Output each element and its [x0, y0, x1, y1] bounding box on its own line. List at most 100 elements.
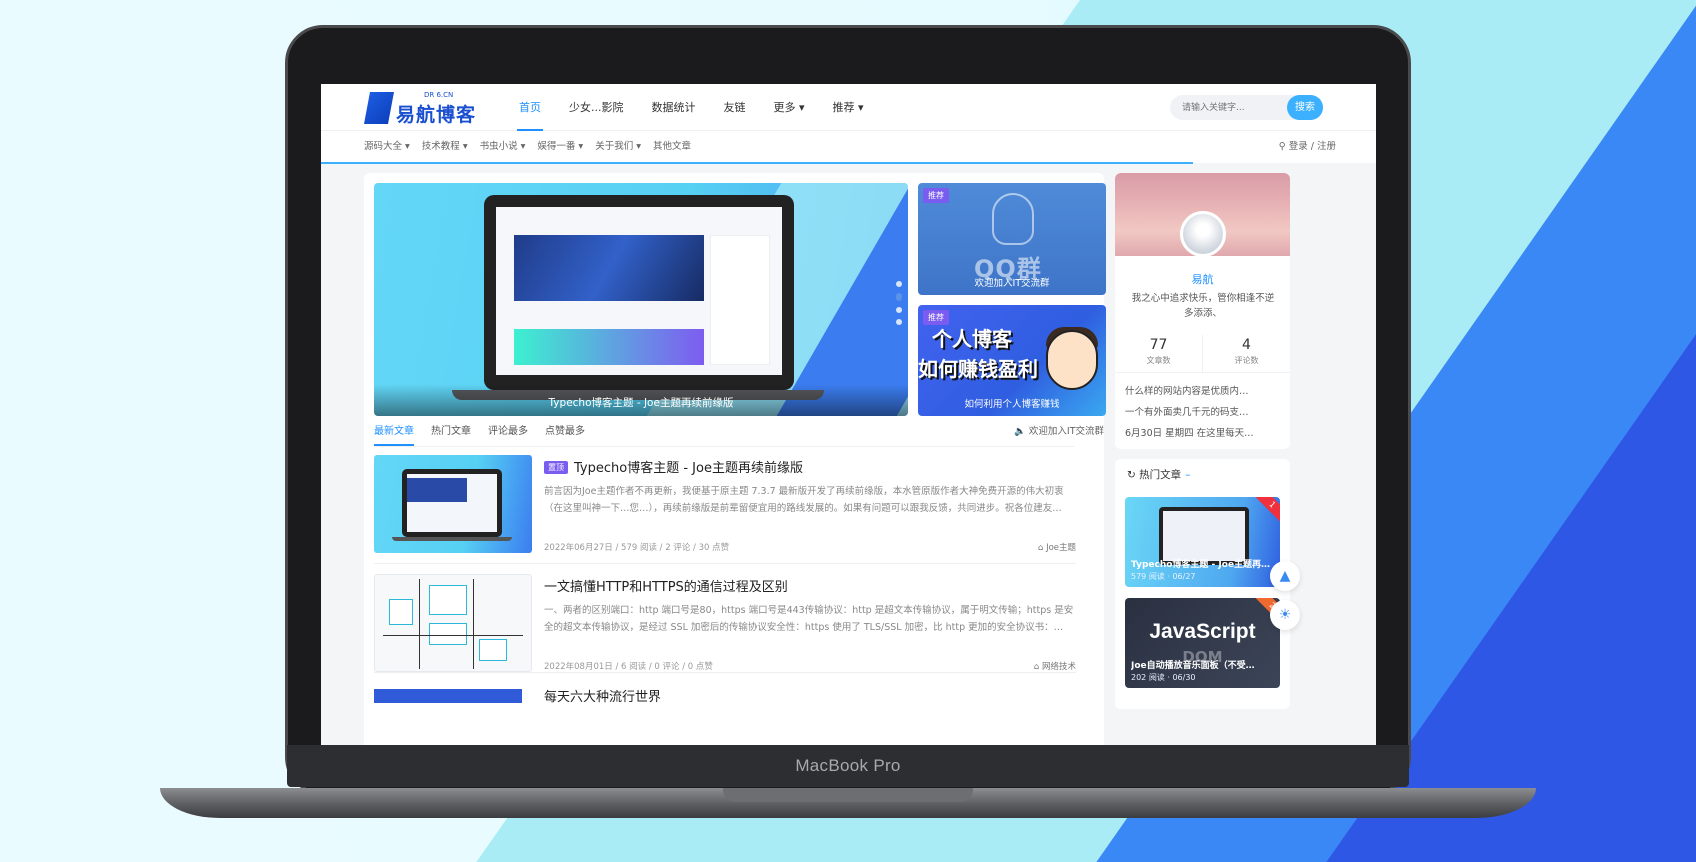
hot-heading-text: 热门文章 — [1139, 469, 1182, 481]
card-laptop-screen — [1163, 511, 1245, 561]
list-item[interactable]: 置顶 Typecho博客主题 - Joe主题再续前缘版 前言因为Joe主题作者不再… — [374, 455, 1086, 567]
stat-label: 评论数 — [1234, 356, 1259, 365]
cartoon-boy-image — [1046, 330, 1098, 390]
post-title[interactable]: 置顶 Typecho博客主题 - Joe主题再续前缘版 — [544, 457, 803, 476]
hero-laptop-screen — [496, 207, 782, 375]
nav-item-cinema[interactable]: 少女...影院 — [555, 84, 638, 131]
category-icon: ⌂ — [1037, 543, 1047, 553]
nav-item-more[interactable]: 更多 ▾ — [760, 84, 819, 131]
hot-card-title: Joe自动播放音乐面板（不受… — [1131, 661, 1255, 671]
hero-carousel[interactable]: Typecho博客主题 - Joe主题再续前缘版 — [374, 183, 908, 416]
recommend-tag: 推荐 — [923, 188, 949, 203]
diagram-line — [383, 635, 523, 636]
category-item[interactable]: 关于我们 ▾ — [595, 131, 653, 163]
recent-post-link[interactable]: 什么样的网站内容是优质内… — [1125, 381, 1275, 402]
carousel-dot[interactable] — [896, 307, 902, 313]
hot-article-card[interactable]: 1 Typecho博客主题 - Joe主题再… 579 阅读 · 06/27 — [1125, 497, 1280, 587]
recent-posts-list: 什么样的网站内容是优质内… 一个有外面卖几千元的码支… 6月30日 星期四 在这… — [1125, 381, 1283, 444]
recent-post-text: 一个有外面卖几千元的码支… — [1125, 407, 1249, 418]
profile-name[interactable]: 易航 — [1115, 271, 1290, 287]
recent-post-link[interactable]: 一个有外面卖几千元的码支… — [1125, 402, 1275, 423]
sun-icon[interactable]: ☀ — [1270, 600, 1300, 630]
recent-post-link[interactable]: 6月30日 星期四 在这里每天… — [1125, 423, 1275, 444]
profile-bio: 我之心中追求快乐，管你相逢不逆多添添、 — [1131, 293, 1275, 319]
nav-item-links[interactable]: 友链 — [710, 84, 760, 131]
refresh-icon: ↻ — [1127, 469, 1140, 481]
tab-hot[interactable]: 热门文章 — [431, 419, 471, 446]
carousel-dot[interactable] — [896, 281, 902, 287]
diagram-box — [429, 623, 467, 645]
stat-comments: 4 评论数 — [1202, 335, 1290, 372]
qq-card-caption: 欢迎加入IT交流群 — [974, 278, 1050, 289]
list-item[interactable]: 一文搞懂HTTP和HTTPS的通信过程及区别 一、两者的区别端口：http 端口… — [374, 574, 1086, 686]
laptop-notch — [723, 788, 973, 802]
hot-article-card[interactable]: JavaScript DOM 2 Joe自动播放音乐面板（不受… 202 阅读 … — [1125, 598, 1280, 688]
hero-sidebar-image — [710, 235, 770, 365]
hot-card-title: Typecho博客主题 - Joe主题再… — [1131, 560, 1271, 570]
hero-banner-image — [514, 235, 704, 301]
carousel-dot-active[interactable] — [896, 293, 902, 301]
device-label: MacBook Pro — [795, 756, 901, 775]
post-category[interactable]: ⌂ 网络技术 — [1034, 660, 1076, 672]
category-item[interactable]: 源码大全 ▾ — [364, 131, 422, 163]
blog-card-caption: 如何利用个人博客赚钱 — [964, 399, 1060, 410]
card-js-heading: JavaScript — [1149, 620, 1256, 643]
laptop-screen: DR 6.CN 易航博客 首页 少女...影院 数据统计 友链 更多 ▾ 推荐 … — [321, 84, 1376, 745]
carousel-dots — [896, 281, 902, 331]
nav-item-stats[interactable]: 数据统计 — [638, 84, 710, 131]
nav-item-home[interactable]: 首页 — [505, 84, 555, 131]
search-input[interactable] — [1170, 95, 1288, 121]
blog-money-card[interactable]: 推荐 个人博客 如何赚钱盈利 如何利用个人博客赚钱 — [918, 305, 1106, 416]
post-meta: 2022年06月27日 / 579 阅读 / 2 评论 / 30 点赞 — [544, 543, 730, 553]
logo-text: 易航博客 — [396, 104, 477, 126]
qq-group-card[interactable]: 推荐 QQ群 欢迎加入IT交流群 — [918, 183, 1106, 295]
main-content: Typecho博客主题 - Joe主题再续前缘版 推荐 QQ群 欢迎加入IT交流… — [364, 173, 1106, 745]
site-header: DR 6.CN 易航博客 首页 少女...影院 数据统计 友链 更多 ▾ 推荐 … — [321, 84, 1376, 131]
post-excerpt: 一、两者的区别端口：http 端口号是80，https 端口号是443传输协议：… — [544, 605, 1074, 633]
hot-card-meta: 579 阅读 · 06/27 — [1131, 572, 1196, 581]
stat-value: 77 — [1149, 337, 1168, 353]
diagram-line — [473, 579, 474, 669]
post-thumbnail[interactable] — [374, 689, 522, 703]
tab-latest[interactable]: 最新文章 — [374, 419, 414, 446]
post-title[interactable]: 每天六大种流行世界 — [544, 686, 661, 705]
tab-most-comments[interactable]: 评论最多 — [488, 419, 528, 446]
category-item[interactable]: 娱得一番 ▾ — [537, 131, 595, 163]
login-label: 登录 / 注册 — [1288, 141, 1336, 152]
avatar[interactable] — [1180, 211, 1226, 257]
rocket-icon[interactable]: ▲ — [1270, 561, 1300, 591]
category-item[interactable]: 技术教程 ▾ — [422, 131, 480, 163]
post-title[interactable]: 一文搞懂HTTP和HTTPS的通信过程及区别 — [544, 576, 788, 595]
post-category[interactable]: ⌂ Joe主题 — [1038, 541, 1076, 553]
diagram-box — [479, 639, 507, 661]
nav-item-recommend[interactable]: 推荐 ▾ — [819, 84, 878, 131]
search-box: 搜索 — [1170, 95, 1323, 121]
stat-value: 4 — [1242, 337, 1251, 353]
rank-badge: 1 — [1252, 497, 1280, 525]
site-logo[interactable]: DR 6.CN 易航博客 — [364, 90, 484, 126]
recent-post-text: 6月30日 星期四 在这里每天… — [1125, 428, 1254, 439]
category-text: 网络技术 — [1041, 662, 1076, 672]
category-text: Joe主题 — [1046, 543, 1076, 553]
search-button[interactable]: 搜索 — [1287, 95, 1323, 120]
diagram-line — [419, 579, 420, 669]
divider — [374, 672, 1076, 673]
notice-link[interactable]: 🔈 欢迎加入IT交流群 — [1014, 419, 1104, 445]
stat-articles: 77 文章数 — [1115, 335, 1202, 372]
diagram-box — [389, 599, 413, 625]
blog-card-subheading: 如何赚钱盈利 — [918, 357, 1038, 381]
carousel-dot[interactable] — [896, 319, 902, 325]
notice-text: 欢迎加入IT交流群 — [1028, 426, 1104, 437]
post-thumbnail[interactable] — [374, 574, 532, 672]
speaker-icon: 🔈 — [1014, 426, 1029, 437]
login-link[interactable]: ⚲ 登录 / 注册 — [1279, 131, 1336, 163]
post-thumbnail[interactable] — [374, 455, 532, 553]
tab-most-likes[interactable]: 点赞最多 — [545, 419, 585, 446]
logo-subtext: DR 6.CN — [424, 91, 454, 99]
category-item[interactable]: 其他文章 — [653, 131, 703, 163]
hero-caption[interactable]: Typecho博客主题 - Joe主题再续前缘版 — [374, 384, 908, 416]
hot-articles-heading: ↻ 热门文章 – — [1127, 467, 1190, 482]
category-item[interactable]: 书虫小说 ▾ — [480, 131, 538, 163]
thumb-banner — [407, 478, 467, 502]
post-excerpt: 前言因为Joe主题作者不再更新，我便基于原主题 7.3.7 最新版开发了再续前缘… — [544, 486, 1064, 514]
